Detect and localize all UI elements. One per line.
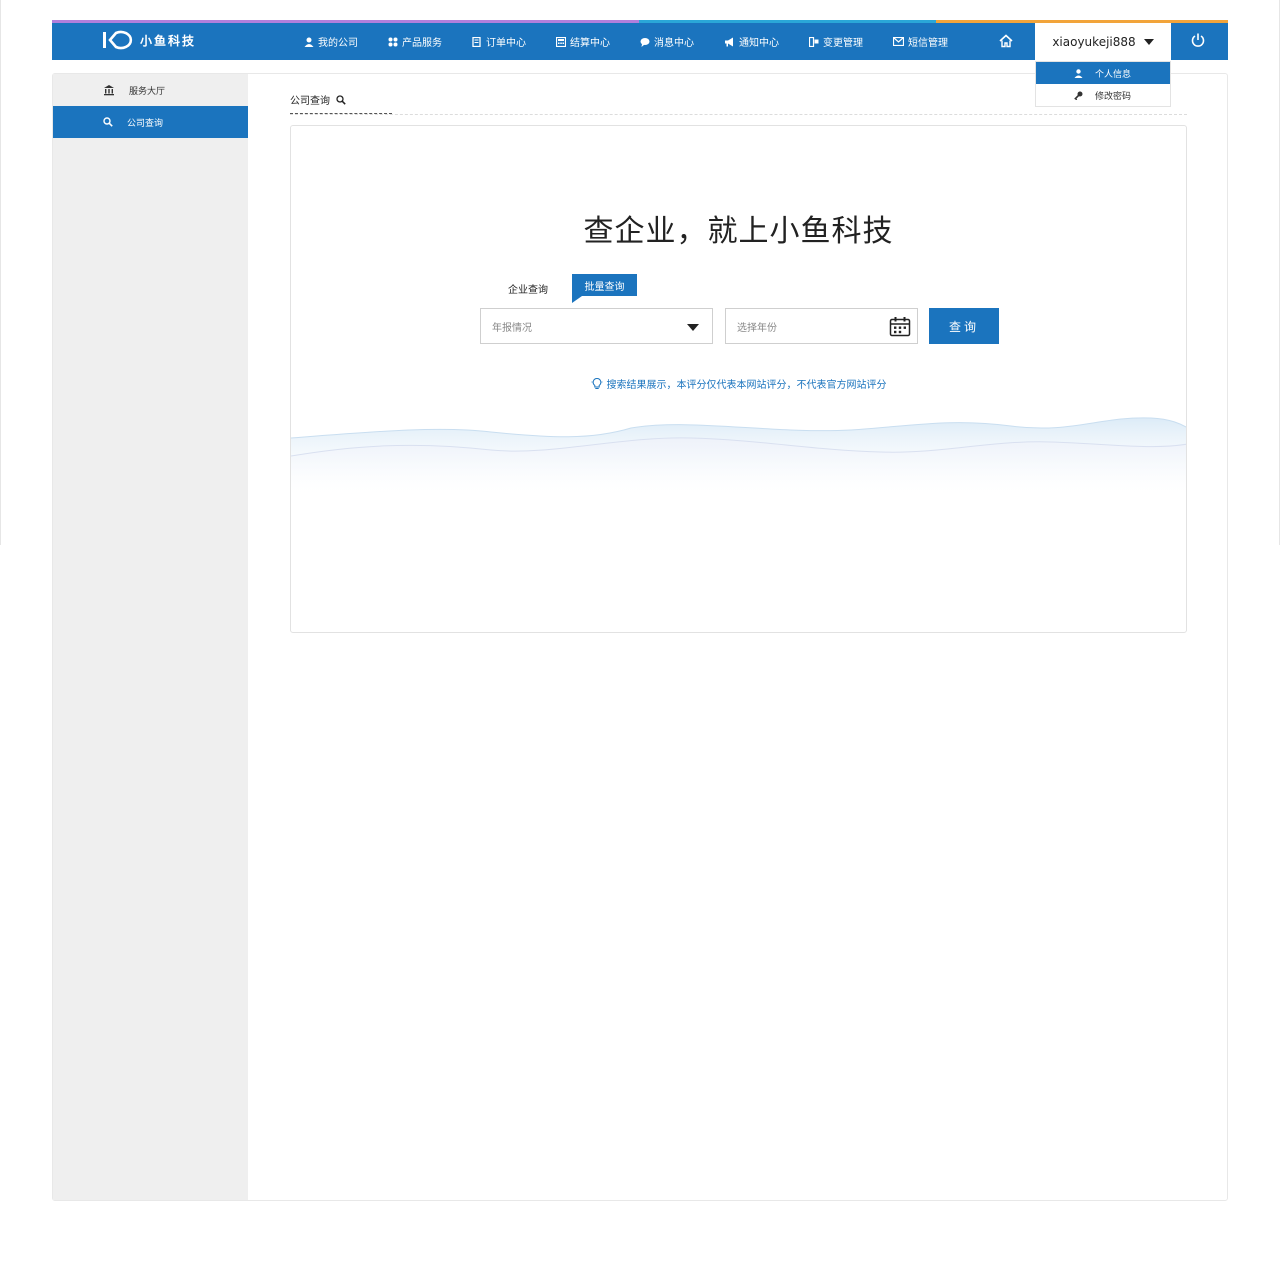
select-value: 年报情况 — [492, 322, 532, 334]
sidebar-item-label: 服务大厅 — [129, 86, 166, 97]
caret-down-icon — [1143, 38, 1154, 45]
tab-company-search[interactable]: 企业查询 — [508, 281, 548, 296]
nav-sms[interactable]: 短信管理 — [893, 34, 948, 49]
menu-label: 个人信息 — [1095, 69, 1132, 80]
lightbulb-icon — [591, 377, 602, 389]
username: xiaoyukeji888 — [1052, 34, 1136, 49]
query-button[interactable]: 查询 — [929, 308, 999, 344]
user-dropdown: 个人信息 修改密码 — [1035, 61, 1171, 107]
tip-text: 搜索结果展示，本评分仅代表本网站评分，不代表官方网站评分 — [606, 380, 887, 391]
search-card: 查企业，就上小鱼科技 企业查询 批量查询 年报情况 选择年份 查询 搜索结果展示… — [290, 125, 1187, 633]
disclaimer-tip: 搜索结果展示，本评分仅代表本网站评分，不代表官方网站评分 — [291, 376, 1186, 391]
sidebar-item-label: 公司查询 — [127, 118, 164, 129]
order-icon — [472, 36, 481, 47]
calendar-icon[interactable] — [889, 316, 911, 338]
person-icon — [1074, 68, 1083, 78]
nav-label: 通知中心 — [739, 38, 779, 49]
fish-logo-icon — [103, 30, 133, 50]
nav-messages[interactable]: 消息中心 — [640, 34, 694, 49]
sidebar-item-service-hall[interactable]: 服务大厅 — [53, 74, 248, 106]
search-icon — [336, 94, 346, 105]
nav-notices[interactable]: 通知中心 — [724, 34, 779, 49]
user-icon — [304, 37, 314, 47]
tab-label: 批量查询 — [584, 281, 625, 293]
megaphone-icon — [725, 37, 733, 46]
nav-label: 变更管理 — [823, 38, 863, 49]
sidebar: 服务大厅 公司查询 — [53, 74, 248, 1200]
nav-changes[interactable]: 变更管理 — [809, 34, 863, 49]
main-frame: 服务大厅 公司查询 公司查询 查企业，就上小鱼科技 企业查询 批量查询 年报情况… — [52, 73, 1228, 1201]
user-menu-toggle[interactable]: xiaoyukeji888 — [1035, 23, 1171, 60]
breadcrumb: 公司查询 — [290, 92, 346, 107]
sidebar-item-company-search[interactable]: 公司查询 — [53, 106, 248, 138]
nav-label: 短信管理 — [908, 38, 948, 49]
tab-batch-search[interactable]: 批量查询 — [572, 274, 637, 303]
nav-label: 结算中心 — [570, 38, 610, 49]
wave-decoration — [291, 417, 1186, 496]
nav-label: 消息中心 — [654, 38, 694, 49]
nav-my-company[interactable]: 我的公司 — [304, 34, 358, 49]
menu-profile[interactable]: 个人信息 — [1036, 62, 1170, 84]
calculator-icon — [556, 36, 566, 47]
home-icon[interactable] — [998, 33, 1014, 49]
nav-label: 产品服务 — [402, 38, 442, 49]
nav-orders[interactable]: 订单中心 — [472, 34, 526, 49]
nav-settlement[interactable]: 结算中心 — [556, 34, 610, 49]
search-icon — [103, 117, 113, 127]
bank-icon — [104, 85, 114, 96]
chevron-down-icon — [687, 324, 699, 331]
brand-name: 小鱼科技 — [140, 33, 197, 48]
main-nav: 我的公司 产品服务 订单中心 结算中心 消息中心 通知中心 变更管理 短信管理 — [304, 23, 978, 60]
top-navbar: 小鱼科技 我的公司 产品服务 订单中心 结算中心 消息中心 通知中心 变更管理 … — [52, 20, 1228, 60]
page-title: 公司查询 — [290, 96, 330, 107]
chat-icon — [640, 37, 650, 47]
mail-icon — [893, 37, 904, 46]
breadcrumb-divider — [290, 114, 1187, 115]
hero-title: 查企业，就上小鱼科技 — [583, 214, 894, 249]
power-icon[interactable] — [1190, 32, 1206, 48]
breadcrumb-underline — [290, 113, 392, 114]
year-placeholder: 选择年份 — [737, 322, 777, 334]
nav-label: 订单中心 — [486, 38, 526, 49]
year-picker-input[interactable]: 选择年份 — [725, 308, 918, 344]
grid-icon — [388, 37, 398, 46]
brand-logo[interactable]: 小鱼科技 — [102, 30, 196, 50]
menu-change-password[interactable]: 修改密码 — [1036, 84, 1170, 106]
menu-label: 修改密码 — [1095, 91, 1132, 102]
report-type-select[interactable]: 年报情况 — [480, 308, 713, 344]
key-icon — [1074, 91, 1083, 100]
change-icon — [809, 36, 819, 47]
nav-label: 我的公司 — [318, 38, 358, 49]
nav-products[interactable]: 产品服务 — [388, 34, 442, 49]
